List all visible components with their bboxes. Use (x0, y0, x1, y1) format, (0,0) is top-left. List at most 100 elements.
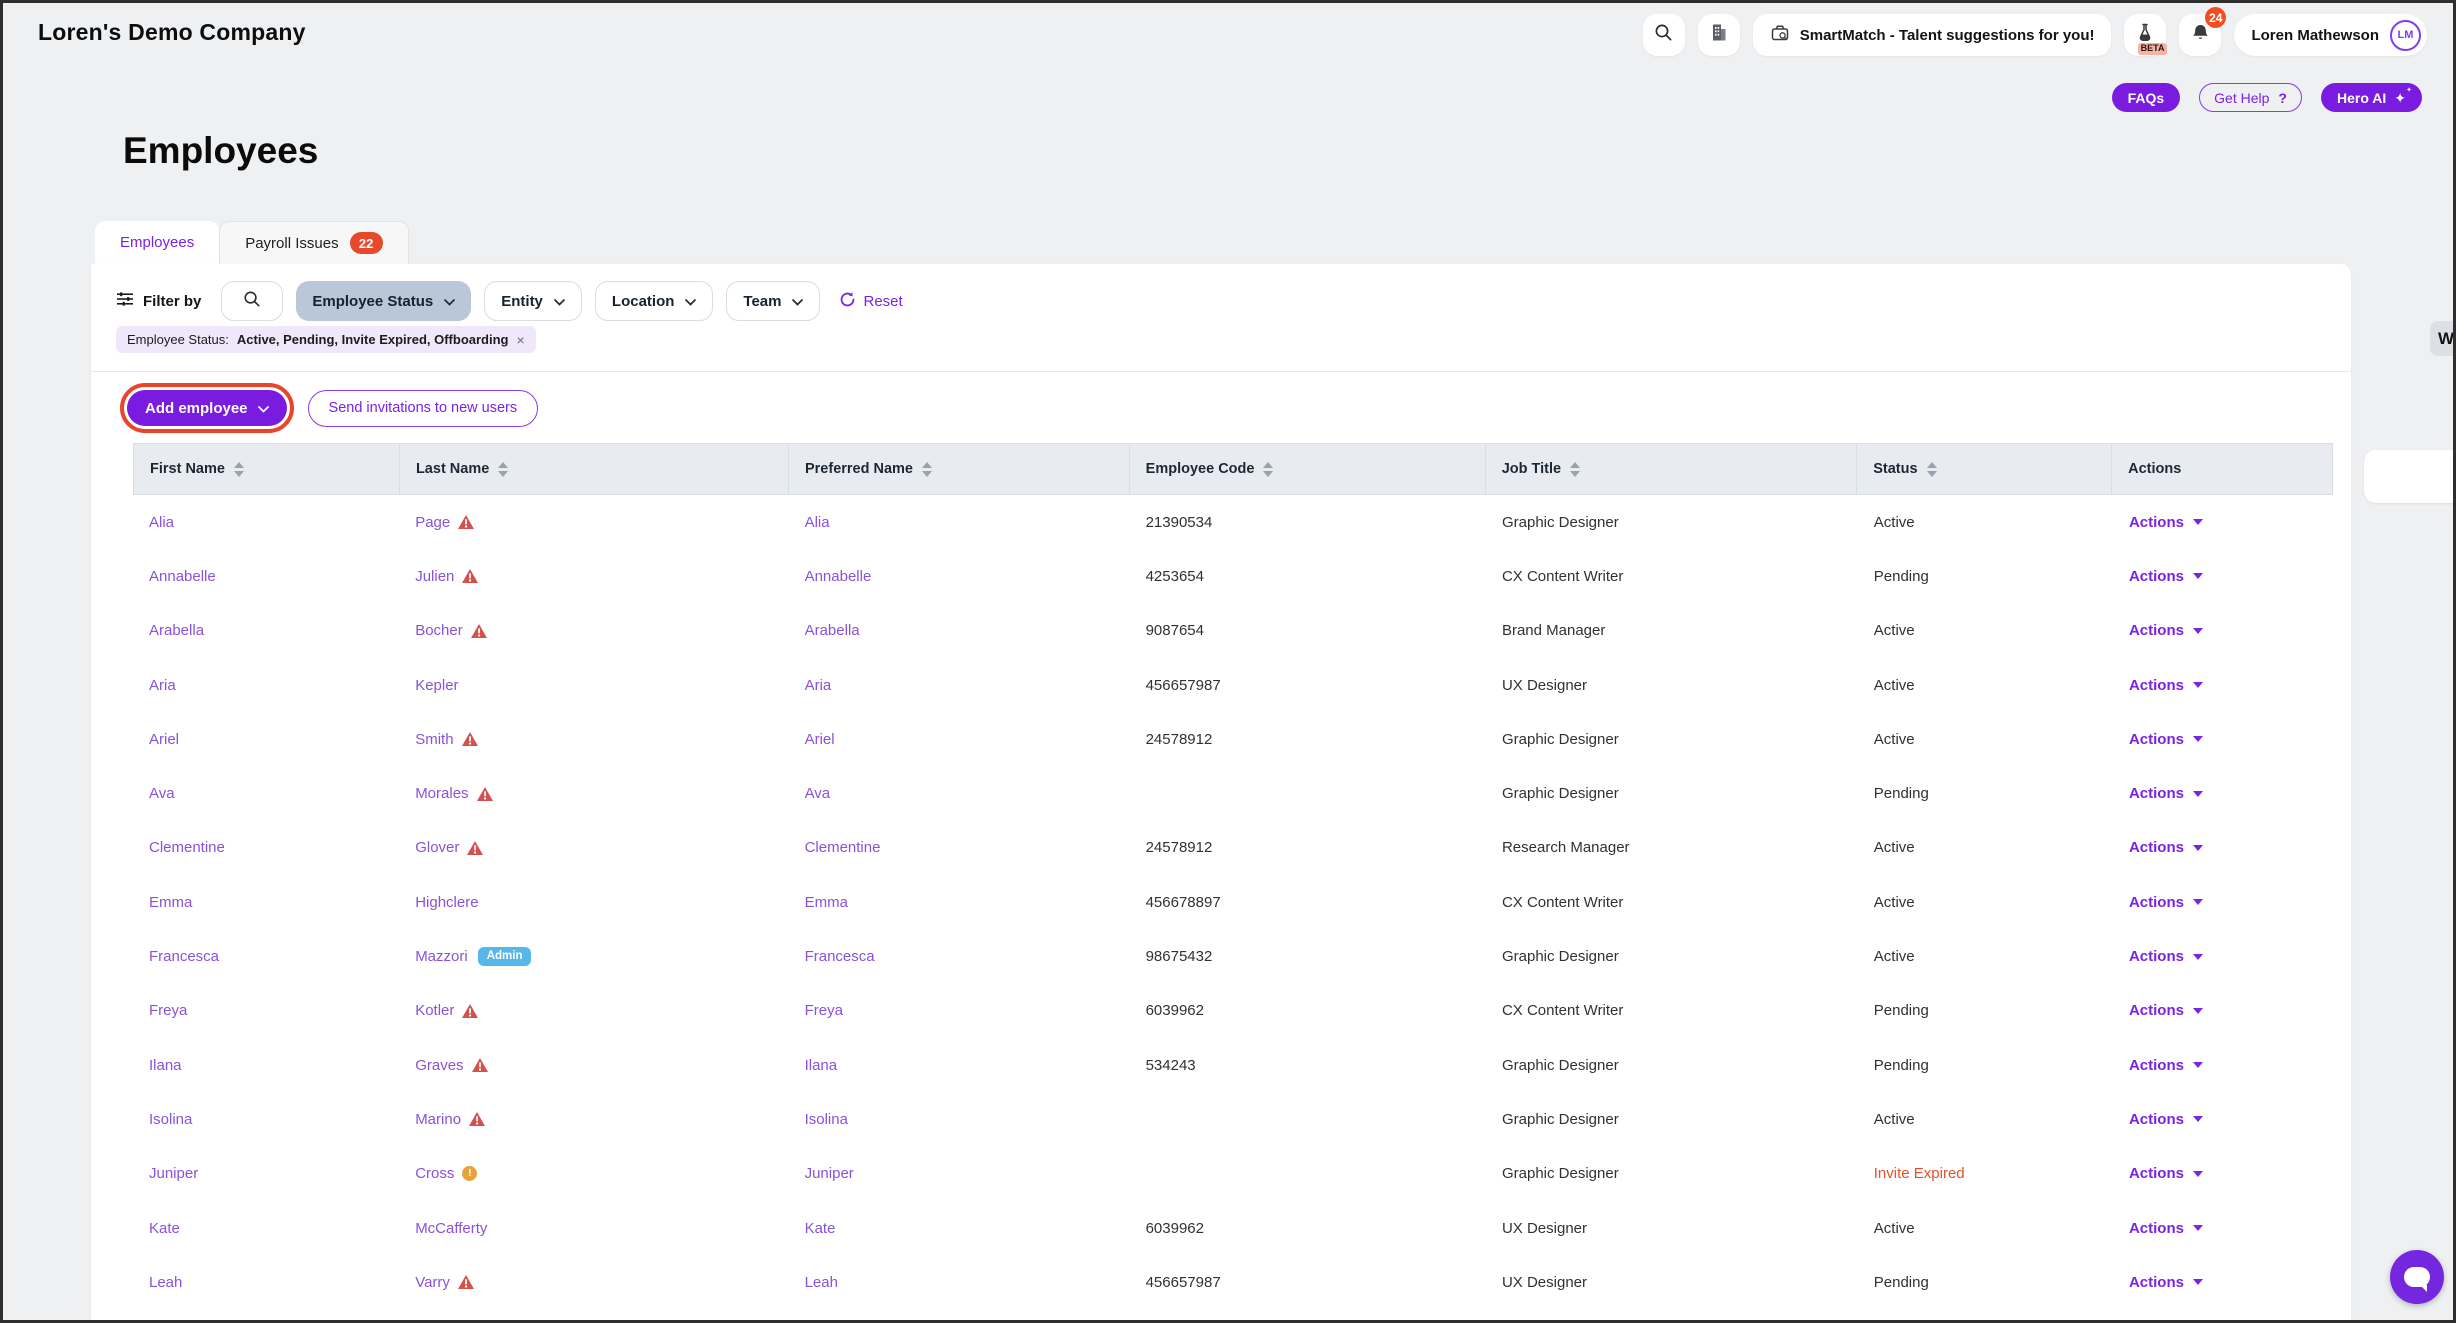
preferred-name-link[interactable]: Ava (805, 785, 831, 802)
preferred-name-link[interactable]: Annabelle (805, 568, 872, 585)
filter-label: Location (612, 293, 675, 310)
filter-employee-status[interactable]: Employee Status (296, 281, 471, 321)
whats-new-side-tab[interactable]: W (2430, 321, 2456, 356)
notifications-button[interactable]: 24 (2179, 14, 2221, 56)
last-name-link[interactable]: Kotler (415, 1002, 454, 1019)
preferred-name-link[interactable]: Francesca (805, 948, 875, 965)
get-help-button[interactable]: Get Help ? (2199, 83, 2302, 112)
last-name-link[interactable]: Glover (415, 839, 459, 856)
column-header-employee-code[interactable]: Employee Code (1130, 444, 1486, 494)
send-invitations-button[interactable]: Send invitations to new users (308, 390, 539, 427)
preferred-name-link[interactable]: Ilana (805, 1057, 838, 1074)
row-actions-button[interactable]: Actions (2129, 948, 2203, 965)
column-header-preferred-name[interactable]: Preferred Name (789, 444, 1130, 494)
table-search-button[interactable] (221, 281, 283, 321)
row-actions-button[interactable]: Actions (2129, 1002, 2203, 1019)
last-name-link[interactable]: Marino (415, 1111, 461, 1128)
first-name-link[interactable]: Francesca (149, 948, 219, 965)
last-name-link[interactable]: Julien (415, 568, 454, 585)
chat-launcher-button[interactable] (2390, 1250, 2444, 1304)
preferred-name-link[interactable]: Emma (805, 894, 848, 911)
first-name-link[interactable]: Ilana (149, 1057, 182, 1074)
search-button[interactable] (1643, 14, 1685, 56)
reset-filters-button[interactable]: Reset (839, 291, 902, 312)
first-name-link[interactable]: Juniper (149, 1165, 198, 1182)
chip-close-icon[interactable]: × (516, 333, 524, 347)
tab-payroll-issues[interactable]: Payroll Issues 22 (219, 221, 408, 264)
last-name-link[interactable]: Kepler (415, 677, 458, 694)
row-actions-button[interactable]: Actions (2129, 839, 2203, 856)
row-actions-button[interactable]: Actions (2129, 731, 2203, 748)
faqs-button[interactable]: FAQs (2112, 83, 2181, 112)
labs-button[interactable]: BETA (2124, 14, 2166, 56)
filter-by-label: Filter by (143, 293, 201, 310)
last-name-link[interactable]: Varry (415, 1274, 450, 1291)
first-name-link[interactable]: Clementine (149, 839, 225, 856)
add-employee-button[interactable]: Add employee (127, 390, 287, 426)
tab-employees[interactable]: Employees (95, 221, 219, 264)
first-name-link[interactable]: Emma (149, 894, 192, 911)
row-actions-button[interactable]: Actions (2129, 514, 2203, 531)
last-name-link[interactable]: Page (415, 514, 450, 531)
preferred-name-link[interactable]: Clementine (805, 839, 881, 856)
company-directory-button[interactable] (1698, 14, 1740, 56)
cell-first-name: Francesca (133, 948, 399, 965)
preferred-name-link[interactable]: Alia (805, 514, 830, 531)
column-header-job-title[interactable]: Job Title (1486, 444, 1857, 494)
last-name-link[interactable]: McCafferty (415, 1220, 487, 1237)
sort-icon[interactable] (1570, 462, 1580, 477)
filter-entity[interactable]: Entity (484, 281, 582, 321)
last-name-link[interactable]: Bocher (415, 622, 463, 639)
last-name-link[interactable]: Graves (415, 1057, 463, 1074)
first-name-link[interactable]: Isolina (149, 1111, 192, 1128)
sort-icon[interactable] (1263, 462, 1273, 477)
row-actions-button[interactable]: Actions (2129, 1274, 2203, 1291)
filter-team[interactable]: Team (726, 281, 820, 321)
first-name-link[interactable]: Alia (149, 514, 174, 531)
first-name-link[interactable]: Aria (149, 677, 176, 694)
row-actions-button[interactable]: Actions (2129, 785, 2203, 802)
preferred-name-link[interactable]: Ariel (805, 731, 835, 748)
cell-preferred-name: Isolina (789, 1111, 1130, 1128)
row-actions-button[interactable]: Actions (2129, 1057, 2203, 1074)
sort-icon[interactable] (922, 462, 932, 477)
preferred-name-link[interactable]: Kate (805, 1220, 836, 1237)
first-name-link[interactable]: Ava (149, 785, 175, 802)
row-actions-button[interactable]: Actions (2129, 1165, 2203, 1182)
first-name-link[interactable]: Leah (149, 1274, 182, 1291)
bell-icon (2191, 23, 2210, 48)
row-actions-button[interactable]: Actions (2129, 677, 2203, 694)
last-name-link[interactable]: Cross (415, 1165, 454, 1182)
column-header-first-name[interactable]: First Name (134, 444, 400, 494)
last-name-link[interactable]: Morales (415, 785, 468, 802)
last-name-link[interactable]: Smith (415, 731, 453, 748)
preferred-name-link[interactable]: Juniper (805, 1165, 854, 1182)
first-name-link[interactable]: Freya (149, 1002, 187, 1019)
first-name-link[interactable]: Annabelle (149, 568, 216, 585)
column-header-status[interactable]: Status (1857, 444, 2112, 494)
column-header-last-name[interactable]: Last Name (400, 444, 789, 494)
sort-icon[interactable] (498, 462, 508, 477)
preferred-name-link[interactable]: Freya (805, 1002, 843, 1019)
hero-ai-button[interactable]: Hero AI ✦ (2321, 83, 2422, 112)
warning-icon (469, 1112, 485, 1126)
first-name-link[interactable]: Kate (149, 1220, 180, 1237)
row-actions-button[interactable]: Actions (2129, 894, 2203, 911)
preferred-name-link[interactable]: Aria (805, 677, 832, 694)
last-name-link[interactable]: Highclere (415, 894, 478, 911)
row-actions-button[interactable]: Actions (2129, 622, 2203, 639)
row-actions-button[interactable]: Actions (2129, 568, 2203, 585)
first-name-link[interactable]: Arabella (149, 622, 204, 639)
preferred-name-link[interactable]: Arabella (805, 622, 860, 639)
row-actions-button[interactable]: Actions (2129, 1111, 2203, 1128)
smartmatch-banner[interactable]: SmartMatch - Talent suggestions for you! (1753, 14, 2112, 56)
last-name-link[interactable]: Mazzori (415, 948, 468, 965)
sort-icon[interactable] (234, 462, 244, 477)
first-name-link[interactable]: Ariel (149, 731, 179, 748)
preferred-name-link[interactable]: Leah (805, 1274, 838, 1291)
sort-icon[interactable] (1927, 462, 1937, 477)
row-actions-button[interactable]: Actions (2129, 1220, 2203, 1237)
filter-location[interactable]: Location (595, 281, 714, 321)
preferred-name-link[interactable]: Isolina (805, 1111, 848, 1128)
user-menu[interactable]: Loren Mathewson LM (2234, 14, 2427, 56)
